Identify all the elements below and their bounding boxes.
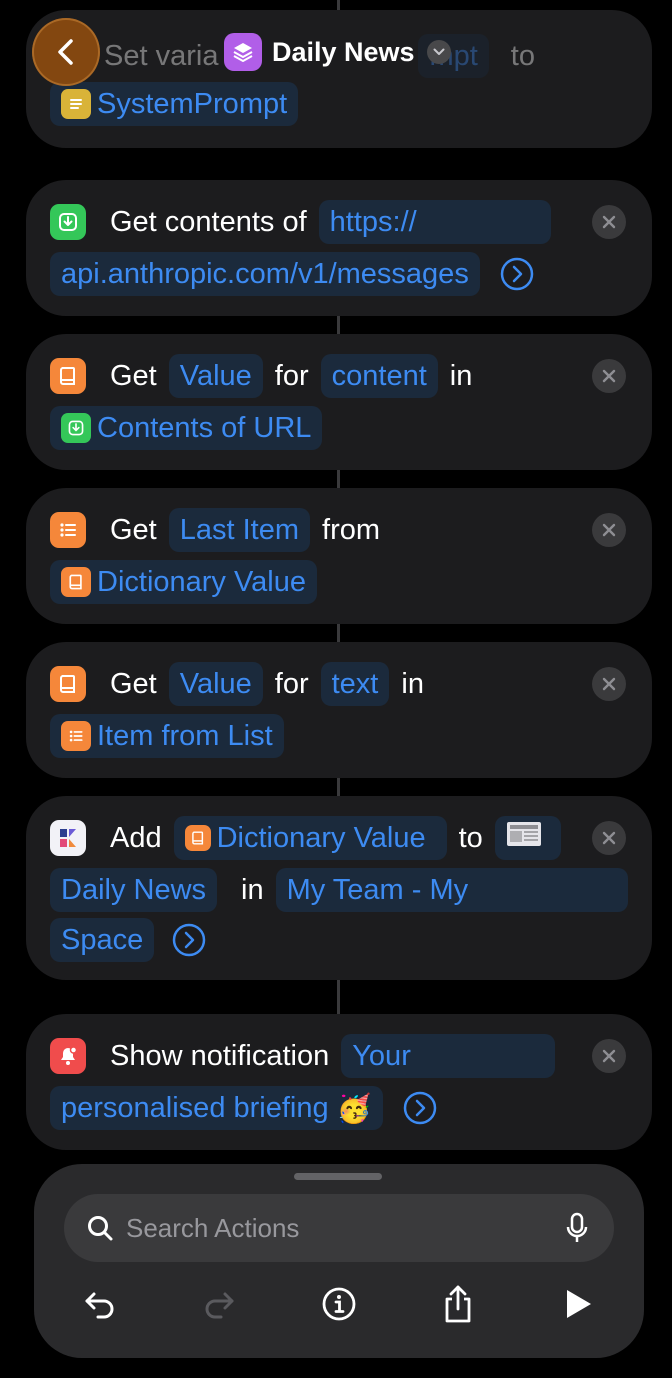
to-label: to — [458, 821, 483, 854]
action-get-value-text[interactable]: Get Value for text in Item from List — [26, 642, 652, 778]
get-label: Get — [110, 667, 157, 700]
dictionary-value-token[interactable]: Dictionary Value — [50, 560, 318, 604]
in-label: in — [449, 359, 473, 392]
chevron-left-icon — [58, 39, 73, 65]
remove-action-button[interactable] — [592, 513, 626, 547]
remove-action-button[interactable] — [592, 667, 626, 701]
remove-action-button[interactable] — [592, 205, 626, 239]
item-from-list-label: Item from List — [97, 719, 273, 752]
redo-icon[interactable] — [199, 1284, 239, 1324]
shortcut-title-menu[interactable]: Daily News — [224, 32, 451, 72]
notification-text-token-part2[interactable]: personalised briefing 🥳 — [50, 1086, 383, 1130]
set-variable-label: Set varia — [104, 39, 219, 72]
app-logo-icon — [50, 820, 86, 856]
page-title: Daily News — [272, 36, 415, 67]
for-label: for — [274, 359, 309, 392]
dictionary-icon — [184, 825, 211, 851]
action-set-variable[interactable]: Set varia mpt to SystemPrompt — [26, 10, 652, 148]
text-token[interactable]: text — [320, 662, 390, 706]
item-from-list-token[interactable]: Item from List — [50, 714, 284, 758]
team-space-token-part1[interactable]: My Team - My — [275, 868, 628, 912]
microphone-icon[interactable] — [566, 1212, 588, 1244]
contents-of-url-token[interactable]: Contents of URL — [50, 406, 323, 450]
daily-news-db-token[interactable]: Daily News — [50, 868, 218, 912]
connector — [337, 778, 340, 796]
remove-action-button[interactable] — [592, 821, 626, 855]
contents-of-url-label: Contents of URL — [97, 411, 312, 444]
download-icon — [50, 204, 86, 240]
in-label: in — [241, 873, 264, 906]
dictionary-icon — [61, 567, 91, 597]
add-label: Add — [110, 821, 162, 854]
system-prompt-token[interactable]: SystemPrompt — [50, 82, 299, 126]
action-get-value-content[interactable]: Get Value for content in Contents of URL — [26, 334, 652, 470]
action-add-to-database[interactable]: Add Dictionary Value to Daily News in My… — [26, 796, 652, 980]
dictionary-value-label: Dictionary Value — [216, 821, 426, 854]
action-show-notification[interactable]: Show notification Your personalised brie… — [26, 1014, 652, 1150]
action-get-item[interactable]: Get Last Item from Dictionary Value — [26, 488, 652, 624]
remove-action-button[interactable] — [592, 359, 626, 393]
action-get-contents[interactable]: Get contents of https:// api.anthropic.c… — [26, 180, 652, 316]
set-variable-value-row: SystemPrompt — [50, 82, 299, 126]
info-icon[interactable] — [319, 1284, 359, 1324]
notification-bell-icon — [50, 1038, 86, 1074]
expand-chevron-icon[interactable] — [500, 257, 534, 291]
newspaper-token[interactable] — [494, 816, 561, 860]
connector — [337, 980, 340, 1014]
notification-text-token-part1[interactable]: Your — [341, 1034, 556, 1078]
expand-chevron-icon[interactable] — [172, 923, 206, 957]
value-token[interactable]: Value — [168, 662, 263, 706]
url-token-part2[interactable]: api.anthropic.com/v1/messages — [50, 252, 480, 296]
share-icon[interactable] — [438, 1284, 478, 1324]
chevron-down-icon — [426, 40, 451, 64]
content-token[interactable]: content — [320, 354, 438, 398]
newspaper-icon — [506, 820, 542, 856]
connector — [337, 624, 340, 642]
list-icon — [50, 512, 86, 548]
undo-icon[interactable] — [80, 1284, 120, 1324]
connector — [337, 316, 340, 334]
remove-action-button[interactable] — [592, 1039, 626, 1073]
search-icon — [86, 1214, 114, 1242]
search-bar[interactable]: Search Actions — [64, 1194, 614, 1262]
get-label: Get — [110, 513, 157, 546]
search-input[interactable]: Search Actions — [126, 1213, 566, 1244]
dictionary-icon — [50, 358, 86, 394]
to-label: to — [510, 39, 535, 72]
list-icon — [61, 721, 91, 751]
value-token[interactable]: Value — [168, 354, 263, 398]
last-item-token[interactable]: Last Item — [168, 508, 311, 552]
stack-icon — [224, 33, 262, 71]
connector — [337, 470, 340, 488]
team-space-token-part2[interactable]: Space — [50, 918, 155, 962]
for-label: for — [274, 667, 309, 700]
expand-chevron-icon[interactable] — [403, 1091, 437, 1125]
get-contents-label: Get contents of — [110, 205, 307, 238]
dictionary-value-label: Dictionary Value — [97, 565, 307, 598]
url-token-part1[interactable]: https:// — [318, 200, 551, 244]
back-button[interactable] — [32, 18, 100, 86]
download-icon — [61, 413, 91, 443]
action-panel: Search Actions — [34, 1164, 644, 1358]
text-icon — [61, 89, 91, 119]
show-notification-label: Show notification — [110, 1039, 330, 1072]
in-label: in — [401, 667, 424, 700]
get-label: Get — [110, 359, 157, 392]
system-prompt-label: SystemPrompt — [97, 87, 288, 120]
play-icon[interactable] — [558, 1284, 598, 1324]
dictionary-icon — [50, 666, 86, 702]
notification-text-label: personalised briefing — [61, 1091, 329, 1124]
party-emoji: 🥳 — [336, 1092, 372, 1124]
drag-handle[interactable] — [294, 1173, 382, 1180]
dictionary-value-token[interactable]: Dictionary Value — [173, 816, 447, 860]
from-label: from — [322, 513, 381, 546]
